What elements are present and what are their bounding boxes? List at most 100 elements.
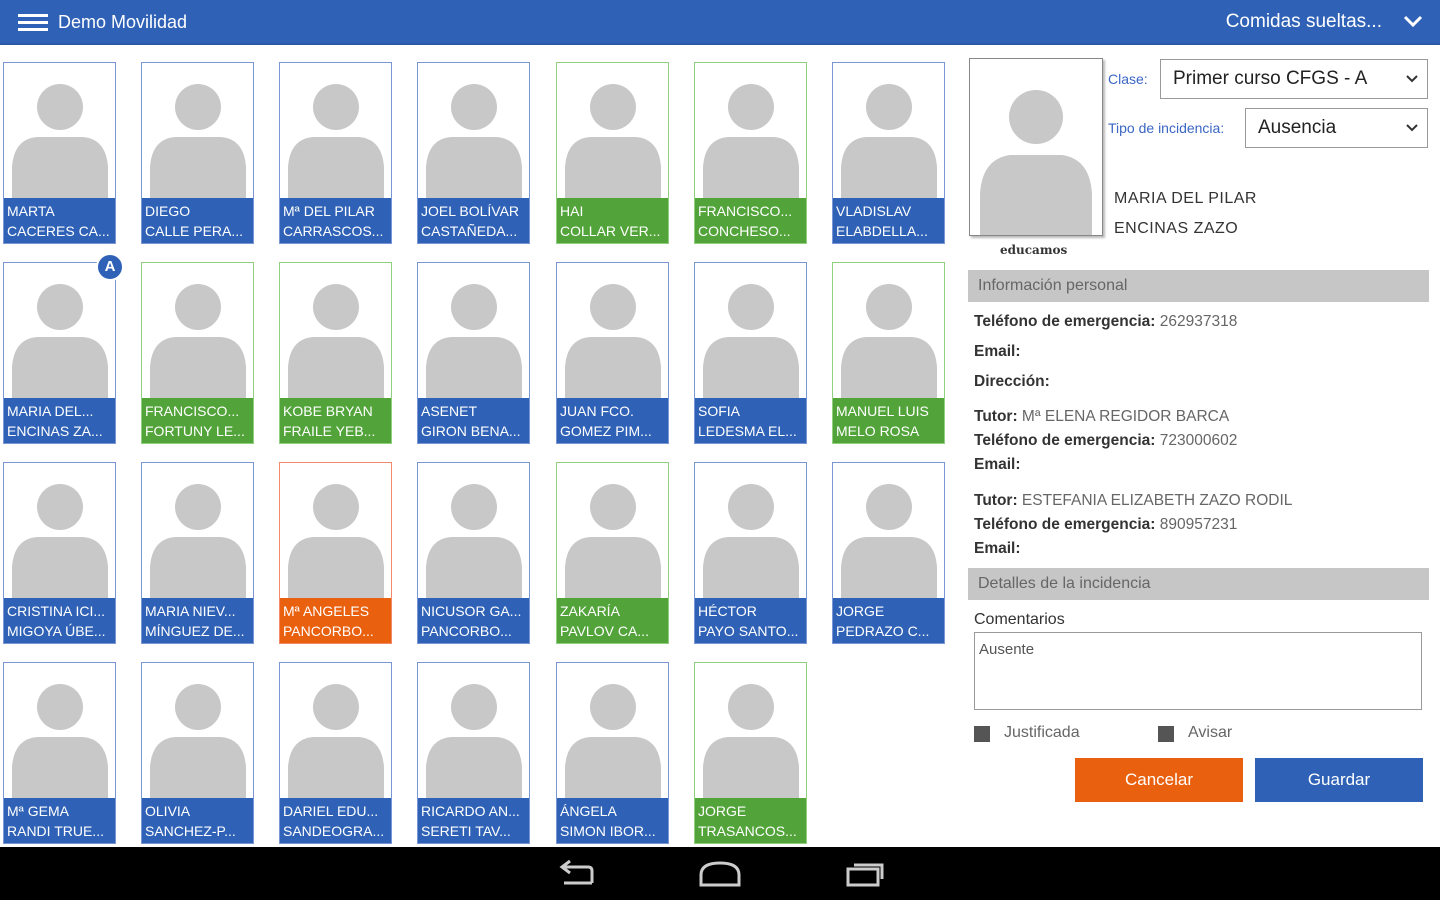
address-row: Dirección: xyxy=(974,373,1050,391)
student-card[interactable]: SOFIA LEDESMA EL... xyxy=(694,262,807,444)
student-last-name: ENCINAS ZAZO xyxy=(1114,220,1239,237)
student-card[interactable]: MARIA DEL... ENCINAS ZA... xyxy=(3,262,116,444)
avatar-placeholder-icon xyxy=(426,684,522,798)
student-card[interactable]: HAI COLLAR VER... xyxy=(556,62,669,244)
avatar-placeholder-icon xyxy=(426,84,522,198)
student-last-name: COLLAR VER... xyxy=(560,223,661,239)
student-first-name: SOFIA xyxy=(698,403,741,419)
notify-checkbox[interactable] xyxy=(1158,726,1174,742)
student-last-name: CALLE PERA... xyxy=(145,223,244,239)
student-first-name: MARIA DEL... xyxy=(7,403,94,419)
avatar-placeholder-icon xyxy=(841,484,937,598)
chevron-down-icon xyxy=(1406,75,1418,83)
student-card[interactable]: HÉCTOR PAYO SANTO... xyxy=(694,462,807,644)
student-card[interactable]: FRANCISCO... CONCHESO... xyxy=(694,62,807,244)
notify-label: Avisar xyxy=(1188,724,1233,741)
incident-type-value: Ausencia xyxy=(1258,117,1337,138)
student-first-name: MARIA NIEV... xyxy=(145,603,236,619)
student-card[interactable]: JORGE PEDRAZO C... xyxy=(832,462,945,644)
incident-details-header: Detalles de la incidencia xyxy=(968,568,1429,600)
avatar-placeholder-icon xyxy=(426,484,522,598)
student-card[interactable]: ASENET GIRON BENA... xyxy=(417,262,530,444)
student-card[interactable]: MARTA CACERES CA... xyxy=(3,62,116,244)
justified-checkbox[interactable] xyxy=(974,726,990,742)
tutor2-row: Tutor: ESTEFANIA ELIZABETH ZAZO RODIL xyxy=(974,492,1292,510)
avatar-placeholder-icon xyxy=(150,484,246,598)
avatar-placeholder-icon xyxy=(980,90,1092,235)
student-name-label: ZAKARÍA PAVLOV CA... xyxy=(557,598,668,643)
student-name-label: Mª ANGELES PANCORBO... xyxy=(280,598,391,643)
class-select-value: Primer curso CFGS - A xyxy=(1173,68,1368,89)
student-card[interactable]: RICARDO AN... SERETI TAV... xyxy=(417,662,530,844)
student-name-label: JUAN FCO. GOMEZ PIM... xyxy=(557,398,668,443)
student-card[interactable]: NICUSOR GA... PANCORBO... xyxy=(417,462,530,644)
cancel-button[interactable]: Cancelar xyxy=(1075,758,1243,802)
student-card[interactable]: DARIEL EDU... SANDEOGRA... xyxy=(279,662,392,844)
student-last-name: PANCORBO... xyxy=(421,623,512,639)
student-first-name: MANUEL LUIS xyxy=(836,403,929,419)
student-card[interactable]: JUAN FCO. GOMEZ PIM... xyxy=(556,262,669,444)
menu-icon[interactable] xyxy=(18,14,48,32)
student-last-name: PAVLOV CA... xyxy=(560,623,649,639)
student-card[interactable]: ZAKARÍA PAVLOV CA... xyxy=(556,462,669,644)
student-card[interactable]: MANUEL LUIS MELO ROSA xyxy=(832,262,945,444)
student-detail-panel: educamos Clase: Primer curso CFGS - A Ti… xyxy=(962,46,1440,846)
student-name-label: FRANCISCO... FORTUNY LE... xyxy=(142,398,253,443)
save-button[interactable]: Guardar xyxy=(1255,758,1423,802)
student-card[interactable]: OLIVIA SANCHEZ-P... xyxy=(141,662,254,844)
incident-type-label: Tipo de incidencia: xyxy=(1108,120,1225,136)
student-last-name: ELABDELLA... xyxy=(836,223,928,239)
student-last-name: LEDESMA EL... xyxy=(698,423,797,439)
student-first-name: JUAN FCO. xyxy=(560,403,634,419)
avatar-placeholder-icon xyxy=(426,284,522,398)
section-selector[interactable]: Comidas sueltas... xyxy=(1226,11,1382,33)
student-card[interactable]: MARIA NIEV... MÍNGUEZ DE... xyxy=(141,462,254,644)
student-last-name: SANCHEZ-P... xyxy=(145,823,236,839)
student-first-name: ÁNGELA xyxy=(560,803,617,819)
email-row: Email: xyxy=(974,343,1021,361)
student-card[interactable]: JOEL BOLÍVAR CASTAÑEDA... xyxy=(417,62,530,244)
student-grid: MARTA CACERES CA... DIEGO CALLE PERA... Mª D… xyxy=(0,46,960,846)
student-first-name: DIEGO xyxy=(145,203,191,219)
student-card[interactable]: VLADISLAV ELABDELLA... xyxy=(832,62,945,244)
tutor1-phone-row: Teléfono de emergencia: 723000602 xyxy=(974,432,1237,450)
student-name-label: DARIEL EDU... SANDEOGRA... xyxy=(280,798,391,843)
comments-label: Comentarios xyxy=(974,611,1065,628)
student-name-label: VLADISLAV ELABDELLA... xyxy=(833,198,944,243)
student-first-name: OLIVIA xyxy=(145,803,191,819)
student-last-name: CONCHESO... xyxy=(698,223,791,239)
student-first-name: Mª GEMA xyxy=(7,803,69,819)
class-select[interactable]: Primer curso CFGS - A xyxy=(1160,59,1428,99)
student-card[interactable]: Mª GEMA RANDI TRUE... xyxy=(3,662,116,844)
incident-type-select[interactable]: Ausencia xyxy=(1245,108,1428,148)
student-name-label: NICUSOR GA... PANCORBO... xyxy=(418,598,529,643)
student-card[interactable]: Mª ANGELES PANCORBO... xyxy=(279,462,392,644)
student-card[interactable]: KOBE BRYAN FRAILE YEB... xyxy=(279,262,392,444)
avatar-placeholder-icon xyxy=(288,84,384,198)
student-name-label: SOFIA LEDESMA EL... xyxy=(695,398,806,443)
recent-apps-icon[interactable] xyxy=(840,857,890,891)
student-name-label: RICARDO AN... SERETI TAV... xyxy=(418,798,529,843)
student-first-name: JORGE xyxy=(836,603,885,619)
student-card[interactable]: ÁNGELA SIMON IBOR... xyxy=(556,662,669,844)
student-card[interactable]: Mª DEL PILAR CARRASCOS... xyxy=(279,62,392,244)
avatar-placeholder-icon xyxy=(288,684,384,798)
student-name: MARIA DEL PILAR ENCINAS ZAZO xyxy=(1114,184,1257,244)
student-card[interactable]: JORGE TRASANCOS... xyxy=(694,662,807,844)
chevron-down-icon[interactable] xyxy=(1398,6,1428,36)
back-icon[interactable] xyxy=(552,857,602,891)
comments-input[interactable] xyxy=(974,632,1422,710)
student-card[interactable]: DIEGO CALLE PERA... xyxy=(141,62,254,244)
student-last-name: ENCINAS ZA... xyxy=(7,423,103,439)
student-name-label: Mª DEL PILAR CARRASCOS... xyxy=(280,198,391,243)
address-label: Dirección: xyxy=(974,373,1050,390)
student-card[interactable]: FRANCISCO... FORTUNY LE... xyxy=(141,262,254,444)
home-icon[interactable] xyxy=(695,857,745,891)
student-first-name: KOBE BRYAN xyxy=(283,403,373,419)
tutor1-phone-label: Teléfono de emergencia: xyxy=(974,432,1156,449)
avatar-placeholder-icon xyxy=(703,684,799,798)
student-first-name: FRANCISCO... xyxy=(698,203,793,219)
student-card[interactable]: CRISTINA ICI... MIGOYA ÚBE... xyxy=(3,462,116,644)
avatar-placeholder-icon xyxy=(565,484,661,598)
student-first-name: MARIA DEL PILAR xyxy=(1114,190,1257,207)
